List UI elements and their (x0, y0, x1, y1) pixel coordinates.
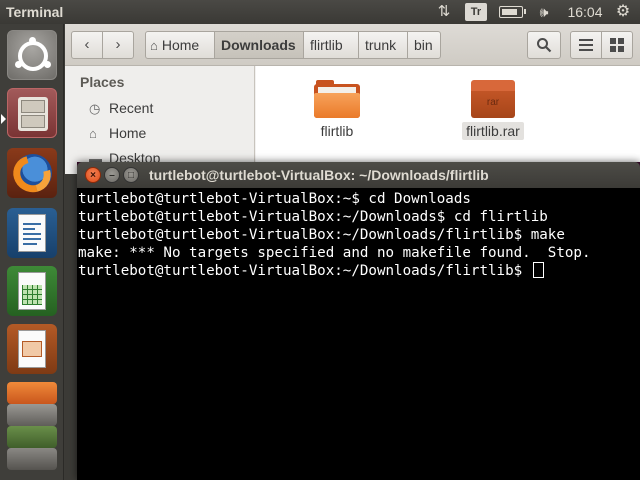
launcher-firefox[interactable] (6, 148, 58, 200)
terminal-line: turtlebot@turtlebot-VirtualBox:~/Downloa… (78, 227, 565, 243)
folder-front (314, 93, 360, 118)
file-item-label: flirtlib.rar (462, 122, 524, 140)
archive-type-badge: rar (486, 97, 500, 108)
keyboard-layout-indicator[interactable]: Tr (465, 3, 487, 21)
breadcrumb-bin[interactable]: bin (407, 31, 441, 59)
cabinet-drawer (21, 100, 45, 113)
clock-icon: ◷ (89, 101, 101, 116)
text-line (23, 223, 41, 225)
minimize-button[interactable]: – (104, 167, 120, 183)
terminal-title: turtlebot@turtlebot-VirtualBox: ~/Downlo… (149, 167, 489, 183)
top-panel: Terminal ⇅ Tr 🕪 16:04 ⚙ (0, 0, 640, 24)
search-button[interactable] (527, 31, 561, 59)
breadcrumb-label: Home (161, 37, 200, 53)
list-view-icon (579, 39, 593, 51)
terminal-prompt-line[interactable]: turtlebot@turtlebot-VirtualBox:~/Downloa… (78, 262, 639, 280)
file-manager-toolbar: ‹ › ⌂ Home Downloads flirtlib trunk bin (65, 24, 640, 66)
system-settings-icon[interactable] (7, 404, 57, 426)
text-line (23, 243, 37, 245)
launcher-stacked-items[interactable] (7, 382, 57, 480)
terminal-body[interactable]: turtlebot@turtlebot-VirtualBox:~$ cd Dow… (77, 188, 640, 480)
text-line (23, 233, 41, 235)
workspaces-icon[interactable] (7, 426, 57, 448)
spreadsheet-grid (22, 285, 42, 305)
writer-document-icon (18, 214, 46, 252)
cabinet-drawer (21, 115, 45, 128)
launcher (0, 24, 64, 480)
back-button[interactable]: ‹ (71, 31, 103, 59)
home-icon: ⌂ (150, 38, 158, 53)
sidebar-item-recent[interactable]: ◷ Recent (89, 100, 153, 117)
sidebar-item-label: Home (109, 125, 147, 141)
network-transfer-icon[interactable]: ⇅ (434, 3, 454, 21)
presentation-slide (22, 341, 42, 357)
terminal-titlebar[interactable]: × – □ turtlebot@turtlebot-VirtualBox: ~/… (77, 162, 640, 188)
running-indicator (1, 114, 6, 124)
terminal-line: turtlebot@turtlebot-VirtualBox:~/Downloa… (78, 209, 548, 225)
settings-gear-icon[interactable]: ⚙ (612, 3, 634, 21)
battery-level (502, 9, 518, 15)
search-icon (537, 38, 552, 53)
text-line (23, 238, 41, 240)
active-window-title: Terminal (6, 4, 64, 20)
sidebar-item-label: Recent (109, 100, 154, 116)
launcher-libreoffice-impress[interactable] (7, 324, 57, 374)
terminal-cursor (532, 262, 544, 278)
file-item-flirtlib[interactable]: flirtlib (292, 80, 382, 141)
maximize-button[interactable]: □ (123, 167, 139, 183)
file-item-flirtlib-rar[interactable]: rar flirtlib.rar (448, 80, 538, 141)
volume-icon[interactable]: 🕪 (533, 3, 555, 21)
forward-button[interactable]: › (102, 31, 134, 59)
trash-icon[interactable] (7, 448, 57, 470)
places-heading: Places (80, 74, 125, 90)
launcher-libreoffice-calc[interactable] (7, 266, 57, 316)
launcher-files[interactable] (7, 88, 57, 138)
firefox-icon (6, 148, 58, 200)
breadcrumb-downloads[interactable]: Downloads (214, 31, 304, 59)
breadcrumb-flirtlib[interactable]: flirtlib (303, 31, 359, 59)
file-cabinet-icon (18, 97, 48, 131)
breadcrumb-trunk[interactable]: trunk (358, 31, 408, 59)
launcher-dash-home[interactable] (7, 30, 57, 80)
ubuntu-logo-dot (29, 37, 36, 44)
sidebar-item-home[interactable]: ⌂ Home (89, 125, 146, 141)
text-line (23, 228, 35, 230)
impress-presentation-icon (18, 330, 46, 368)
close-button[interactable]: × (85, 167, 101, 183)
terminal-window: × – □ turtlebot@turtlebot-VirtualBox: ~/… (77, 162, 640, 480)
terminal-prompt: turtlebot@turtlebot-VirtualBox:~/Downloa… (78, 263, 531, 279)
clock[interactable]: 16:04 (564, 3, 606, 21)
grid-view-icon (610, 38, 624, 52)
places-sidebar: Places ◷ Recent ⌂ Home ▬ Desktop (65, 66, 255, 174)
folder-icon (314, 80, 360, 118)
terminal-line: make: *** No targets specified and no ma… (78, 245, 591, 261)
software-center-icon[interactable] (7, 382, 57, 404)
home-icon: ⌂ (89, 126, 97, 141)
calc-spreadsheet-icon (18, 272, 46, 310)
terminal-line: turtlebot@turtlebot-VirtualBox:~$ cd Dow… (78, 191, 471, 207)
file-view: flirtlib rar flirtlib.rar (256, 66, 640, 174)
grid-view-button[interactable] (601, 31, 633, 59)
ubuntu-logo-dot (15, 61, 22, 68)
launcher-libreoffice-writer[interactable] (7, 208, 57, 258)
ubuntu-logo-icon (18, 41, 48, 71)
ubuntu-logo-dot (44, 61, 51, 68)
file-manager-window: ‹ › ⌂ Home Downloads flirtlib trunk bin P… (65, 24, 640, 174)
breadcrumb-home[interactable]: ⌂ Home (145, 31, 215, 59)
list-view-button[interactable] (570, 31, 602, 59)
battery-icon[interactable] (499, 6, 526, 18)
file-item-label: flirtlib (320, 123, 354, 139)
archive-icon: rar (471, 80, 515, 118)
